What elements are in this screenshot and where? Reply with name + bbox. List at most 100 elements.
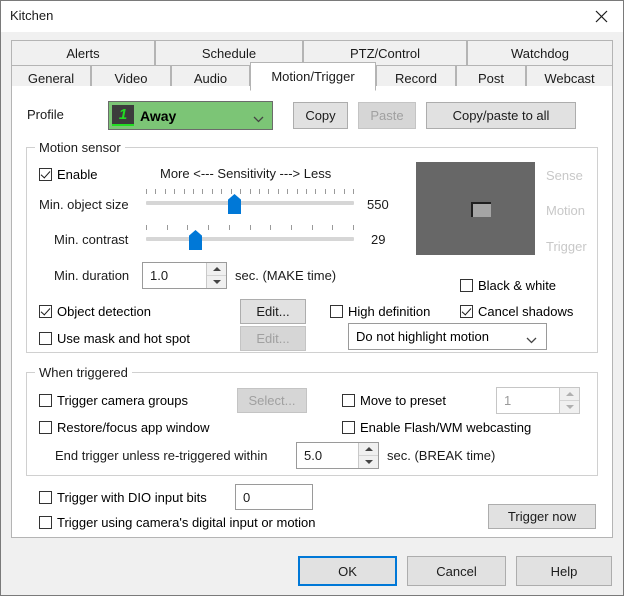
- dio-input-bits-checkbox[interactable]: Trigger with DIO input bits: [39, 490, 207, 505]
- slider-tick: [332, 225, 333, 230]
- end-trigger-label: End trigger unless re-triggered within: [55, 448, 268, 463]
- slider-track: [146, 237, 354, 241]
- tab-label: PTZ/Control: [349, 45, 421, 61]
- slider-tick: [268, 189, 269, 194]
- copy-button[interactable]: Copy: [293, 102, 348, 129]
- close-icon[interactable]: [579, 1, 623, 31]
- button-label: Edit...: [256, 304, 290, 319]
- use-mask-checkbox[interactable]: Use mask and hot spot: [39, 331, 190, 346]
- profile-label: Profile: [27, 107, 64, 122]
- stepper-down-icon[interactable]: [359, 455, 378, 468]
- min-contrast-value: 29: [371, 232, 386, 247]
- min-object-size-slider[interactable]: [146, 189, 354, 215]
- dialog-window: Kitchen Alerts Schedule PTZ/Control Watc…: [0, 0, 624, 596]
- preview-label-trigger: Trigger: [546, 239, 587, 254]
- slider-thumb[interactable]: [189, 230, 202, 250]
- stepper-down-icon[interactable]: [207, 275, 226, 288]
- min-duration-stepper[interactable]: [206, 263, 226, 288]
- slider-tick: [165, 189, 166, 194]
- slider-ticks: [146, 189, 354, 195]
- dio-input-bits-input[interactable]: 0: [235, 484, 313, 510]
- trigger-now-button[interactable]: Trigger now: [488, 504, 596, 529]
- stepper-up-icon[interactable]: [359, 443, 378, 455]
- tab-label: Video: [114, 70, 148, 86]
- end-trigger-input[interactable]: 5.0: [296, 442, 379, 469]
- slider-tick: [278, 189, 279, 194]
- button-label: Cancel: [436, 563, 477, 579]
- preset-stepper: [559, 388, 579, 413]
- object-detection-checkbox[interactable]: Object detection: [39, 304, 151, 319]
- min-duration-label: Min. duration: [54, 268, 130, 283]
- tab-label: Motion/Trigger: [271, 69, 355, 84]
- min-object-size-value: 550: [367, 197, 389, 212]
- object-detection-edit-button[interactable]: Edit...: [240, 299, 306, 324]
- slider-tick: [146, 189, 147, 194]
- dropdown-selected-value: Do not highlight motion: [356, 329, 489, 344]
- button-label: Help: [550, 563, 578, 579]
- cancel-button[interactable]: Cancel: [407, 556, 506, 586]
- slider-thumb[interactable]: [228, 194, 241, 214]
- end-trigger-stepper[interactable]: [358, 443, 378, 468]
- button-label: Select...: [248, 393, 296, 408]
- checkbox-label: Object detection: [57, 304, 151, 319]
- when-triggered-legend: When triggered: [35, 365, 132, 380]
- checkbox-box: [39, 421, 52, 434]
- motion-preview[interactable]: [416, 162, 535, 255]
- preset-number-input: 1: [496, 387, 580, 414]
- select-camera-groups-button: Select...: [237, 388, 307, 413]
- stepper-down-icon: [560, 400, 579, 413]
- slider-tick: [193, 189, 194, 194]
- camera-digital-input-checkbox[interactable]: Trigger using camera's digital input or …: [39, 515, 316, 530]
- profile-selected-value: Away: [140, 107, 177, 124]
- tab-label: Audio: [193, 70, 228, 86]
- slider-tick: [229, 225, 230, 230]
- tab-alerts[interactable]: Alerts: [11, 40, 155, 66]
- checkbox-label: Black & white: [478, 278, 557, 293]
- checkbox-label: Restore/focus app window: [57, 420, 210, 435]
- checkbox-label: Cancel shadows: [478, 304, 574, 319]
- tab-label: Post: [477, 70, 504, 86]
- slider-tick: [221, 189, 222, 194]
- tab-label: General: [27, 70, 75, 86]
- button-label: Copy/paste to all: [452, 108, 550, 123]
- copy-paste-to-all-button[interactable]: Copy/paste to all: [426, 102, 576, 129]
- slider-tick: [306, 189, 307, 194]
- profile-dropdown[interactable]: 1 Away: [108, 101, 273, 130]
- slider-tick: [184, 189, 185, 194]
- enable-checkbox[interactable]: Enable: [39, 167, 97, 182]
- slider-tick: [208, 225, 209, 230]
- black-and-white-checkbox[interactable]: Black & white: [460, 278, 556, 293]
- trigger-camera-groups-checkbox[interactable]: Trigger camera groups: [39, 393, 188, 408]
- cancel-shadows-checkbox[interactable]: Cancel shadows: [460, 304, 573, 319]
- input-value: 0: [243, 489, 251, 505]
- motion-sensor-legend: Motion sensor: [35, 140, 125, 155]
- min-duration-input[interactable]: 1.0: [142, 262, 227, 289]
- motion-preview-region: [471, 202, 491, 217]
- tab-label: Record: [395, 70, 437, 86]
- checkbox-box: [39, 332, 52, 345]
- stepper-up-icon[interactable]: [207, 263, 226, 275]
- slider-track: [146, 201, 354, 205]
- high-definition-checkbox[interactable]: High definition: [330, 304, 430, 319]
- restore-focus-checkbox[interactable]: Restore/focus app window: [39, 420, 209, 435]
- move-to-preset-checkbox[interactable]: Move to preset: [342, 393, 446, 408]
- slider-tick: [325, 189, 326, 194]
- button-label: OK: [338, 563, 357, 579]
- slider-tick: [315, 189, 316, 194]
- sensitivity-caption: More <--- Sensitivity ---> Less: [160, 166, 332, 181]
- checkbox-box: [39, 491, 52, 504]
- tab-watchdog[interactable]: Watchdog: [467, 40, 613, 66]
- window-title: Kitchen: [10, 8, 54, 23]
- enable-flash-webcasting-checkbox[interactable]: Enable Flash/WM webcasting: [342, 420, 531, 435]
- preview-label-motion: Motion: [546, 203, 586, 218]
- tab-motion-trigger[interactable]: Motion/Trigger: [250, 62, 376, 91]
- checkbox-box: [342, 394, 355, 407]
- tab-label: Webcast: [544, 70, 595, 86]
- slider-tick: [259, 189, 260, 194]
- highlight-motion-dropdown[interactable]: Do not highlight motion: [348, 323, 547, 350]
- help-button[interactable]: Help: [516, 556, 612, 586]
- min-contrast-slider[interactable]: [146, 225, 354, 251]
- ok-button[interactable]: OK: [298, 556, 397, 586]
- stepper-up-icon: [560, 388, 579, 400]
- tab-label: Alerts: [66, 45, 100, 61]
